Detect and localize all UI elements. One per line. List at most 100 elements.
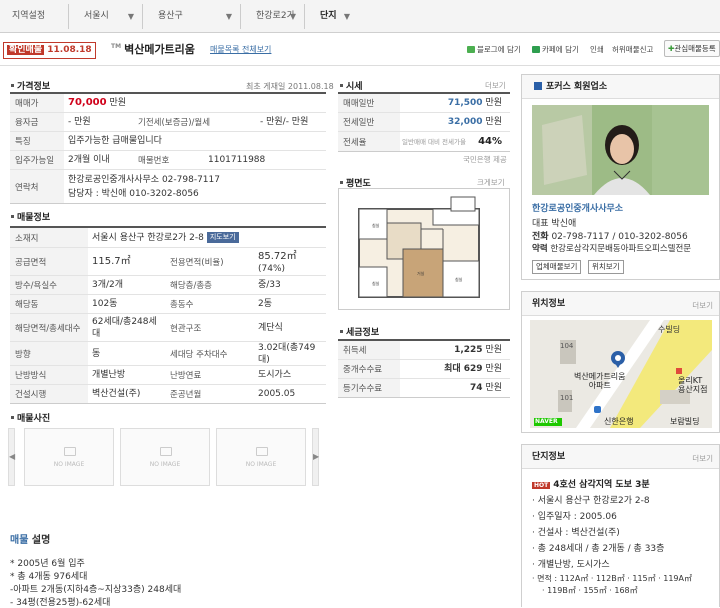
focus-icon: [534, 82, 542, 90]
description-line: -아파트 2개동(지하4층~지상33층) 248세대: [10, 585, 182, 595]
description-line: * 총 4개동 976세대: [10, 572, 88, 582]
builder-value: 벽산건설(주): [92, 389, 141, 399]
breadcrumb-district[interactable]: 용산구 ▼: [146, 0, 240, 33]
breadcrumb-city[interactable]: 서울시 ▼: [72, 0, 142, 33]
print-button[interactable]: 인쇄: [590, 44, 604, 55]
acquisition-tax-number: 1,225: [454, 345, 483, 355]
unit: 만원: [485, 364, 502, 374]
no-image-label: NO IMAGE: [53, 461, 85, 468]
complex-size: 총 248세대 / 총 2개동 / 총 33층: [537, 544, 665, 554]
brokerage-fee-label: 중개수수료: [338, 360, 400, 378]
agency-heading: 포커스 회원업소: [546, 82, 608, 92]
photo-placeholder[interactable]: NO IMAGE: [120, 428, 210, 486]
floorplan-enlarge-link[interactable]: 크게보기: [477, 177, 505, 188]
cafe-share-button[interactable]: 카페에 담기: [532, 44, 579, 55]
description-line: * 2005년 6월 입주: [10, 559, 85, 569]
photo-placeholder[interactable]: NO IMAGE: [216, 428, 306, 486]
unit: 만원: [485, 98, 502, 108]
verified-badge: 확인매물 11.08.18: [3, 42, 96, 59]
list-all-link[interactable]: 매물목록 전체보기: [210, 44, 271, 55]
jeonse-ratio-desc: 일반매매 대비 전세가율: [402, 137, 466, 146]
tm-mark: TM: [111, 43, 122, 51]
breadcrumb-label: 서울시: [84, 11, 109, 21]
market-sale-label: 매매일반: [338, 94, 400, 112]
brokerage-fee-value: 최대 629 만원: [444, 360, 502, 378]
favorite-label: 관심매물등록: [674, 44, 716, 53]
table-row: 연락처 한강로공인중개사사무소 02-798-7117 담당자 : 박신애 01…: [10, 170, 326, 204]
tax-table: 취득세 1,225 만원 중개수수료 최대 629 만원 등기수수료 74 만원: [338, 339, 510, 398]
units-label: 해당면적/총세대수: [10, 314, 88, 341]
complex-heading: 단지정보: [522, 445, 719, 469]
market-table: 매매일반 71,500 만원 전세일반 32,000 만원 전세율 일반매매 대…: [338, 92, 510, 152]
breadcrumb-complex[interactable]: 단지 ▼: [308, 0, 358, 33]
posted-date: 최초 게재일 2011.08.18: [246, 82, 334, 91]
exclusive-area-value: 85.72㎡: [258, 251, 297, 262]
agency-location-button[interactable]: 위치보기: [588, 260, 624, 274]
chevron-down-icon: ▼: [127, 12, 134, 21]
view-map-button[interactable]: 지도보기: [206, 232, 239, 243]
sale-price-label: 매매가: [10, 94, 64, 112]
completion-label: 준공년월: [170, 390, 202, 400]
market-source: 국민은행 제공: [463, 155, 507, 164]
table-row: 전세율 일반매매 대비 전세가율 44%: [338, 132, 510, 152]
deposit-value: - 만원/- 만원: [260, 117, 309, 127]
description-heading-suffix: 설명: [28, 535, 51, 546]
table-row: 난방방식 개별난방 난방연료 도시가스: [10, 366, 326, 385]
photo-next-button[interactable]: ▶: [312, 428, 319, 486]
complex-item: · 개별난방, 도시가스: [532, 560, 610, 570]
breadcrumb-region-settings[interactable]: 지역설정: [0, 0, 68, 33]
complex-item: · 건설사 : 벽산건설(주): [532, 528, 620, 538]
table-row: 매매일반 71,500 만원: [338, 94, 510, 113]
agency-panel: 포커스 회원업소 한강로공인중개사사무소 대표 박신애 전화 02-798-71…: [521, 74, 720, 280]
agency-listings-button[interactable]: 업체매물보기: [532, 260, 582, 274]
address-text: 서울시 용산구 한강로2가 2-8: [92, 232, 204, 243]
complex-builder: 건설사 : 벽산건설(주): [537, 528, 620, 538]
svg-text:거실: 거실: [417, 270, 425, 276]
table-row: 취득세 1,225 만원: [338, 341, 510, 360]
location-map[interactable]: 수빌딩 104 101 벽산메가트리움 아파트 올리KT 용산지점 신한은행 보…: [530, 320, 712, 428]
breadcrumb-dong[interactable]: 한강로2가 ▼: [244, 0, 304, 33]
floorplan-image[interactable]: 침실 침실 거실 침실: [338, 188, 510, 310]
profile-label: 약력: [532, 244, 548, 254]
complex-more-link[interactable]: 더보기: [692, 453, 713, 464]
table-row: 공급면적 115.7㎡ 전용면적(비율) 85.72㎡ (74%): [10, 248, 326, 276]
blog-share-button[interactable]: 블로그에 담기: [467, 44, 521, 55]
movein-label: 입주가능일: [10, 151, 64, 169]
agent-photo: [532, 105, 709, 195]
movein-value: 2개월 이내: [68, 155, 110, 165]
table-row: 해당동 102동 총동수 2동: [10, 295, 326, 314]
chevron-down-icon: ▼: [225, 12, 232, 21]
location-more-link[interactable]: 더보기: [692, 300, 713, 311]
supply-area-label: 공급면적: [10, 248, 88, 275]
profile-value: 한강로삼각지문배동아파트오피스텔전문: [550, 244, 692, 254]
price-table: 매매가 70,000 만원 융자금 - 만원 기전세(보증금)/월세 - 만원/…: [10, 92, 326, 204]
registration-fee-value: 74 만원: [470, 379, 502, 397]
market-more-link[interactable]: 더보기: [485, 80, 506, 91]
naver-logo: NAVER: [535, 418, 558, 425]
agency-panel-header: 포커스 회원업소: [522, 75, 719, 99]
description-line: - 34평(전용25평)-62세대: [10, 598, 111, 608]
cafe-icon: [532, 46, 540, 53]
add-favorite-button[interactable]: ✚관심매물등록: [664, 40, 720, 57]
complex-areas: 면적 : 112A㎡ · 112B㎡ · 115㎡ · 119A㎡: [537, 574, 692, 583]
report-button[interactable]: 허위매물신고: [612, 44, 653, 55]
heating-label: 난방방식: [10, 366, 88, 384]
chevron-down-icon: ▼: [289, 12, 296, 21]
description-heading-prefix: 매물: [10, 535, 29, 546]
agency-name[interactable]: 한강로공인중개사사무소: [532, 201, 623, 214]
svg-text:침실: 침실: [372, 222, 380, 228]
table-row: 융자금 - 만원 기전세(보증금)/월세 - 만원/- 만원: [10, 113, 326, 132]
contact-office: 한강로공인중개사사무소 02-798-7117: [68, 174, 220, 185]
jeonse-ratio-value: 44%: [478, 135, 502, 147]
subway-info: HOT 4호선 삼각지역 도보 3분: [532, 477, 650, 490]
map-label-boram: 보람빌딩: [670, 417, 700, 426]
photo-placeholder[interactable]: NO IMAGE: [24, 428, 114, 486]
table-row: 소재지 서울시 용산구 한강로2가 2-8 지도보기: [10, 228, 326, 248]
divider: [0, 65, 720, 66]
photo-prev-button[interactable]: ◀: [8, 428, 15, 486]
agency-phone: 전화 02-798-7117 / 010-3202-8056: [532, 229, 688, 242]
complex-item: · 입주일자 : 2005.06: [532, 512, 617, 522]
units-value: 62세대/총248세대: [92, 316, 157, 339]
map-label-104: 104: [560, 342, 574, 350]
listing-number-label: 매물번호: [138, 156, 170, 166]
